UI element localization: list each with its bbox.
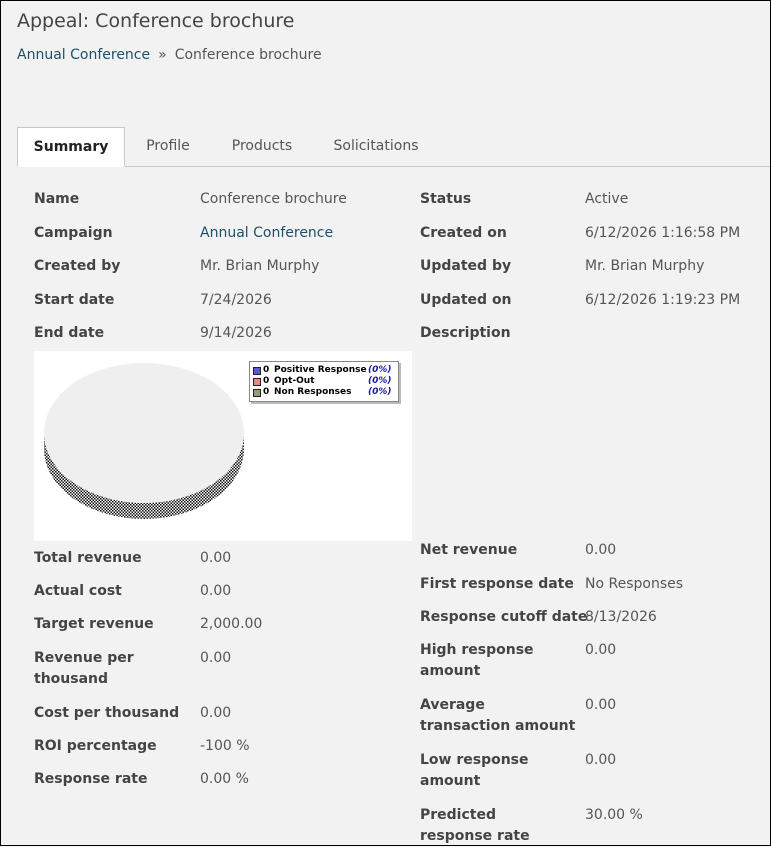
breadcrumb-current: Conference brochure (174, 47, 322, 63)
field-label-updated-on: Updated on (420, 292, 512, 308)
field-label-status: Status (420, 191, 472, 207)
field-value-updated-on: 6/12/2026 1:19:23 PM (585, 292, 741, 308)
field-value-revenue-per-thousand: 0.00 (200, 650, 232, 666)
field-value-net-revenue: 0.00 (585, 542, 617, 558)
field-value-start-date: 7/24/2026 (200, 292, 272, 308)
field-label-low-response-amount: Low response amount (420, 752, 529, 789)
field-value-name: Conference brochure (200, 191, 347, 207)
legend-label-non-responses: Non Responses (274, 387, 352, 397)
field-label-total-revenue: Total revenue (34, 550, 142, 566)
page-title: Appeal: Conference brochure (17, 10, 295, 32)
field-value-response-rate: 0.00 % (200, 771, 249, 787)
legend-swatch-non-responses (253, 389, 261, 397)
field-label-net-revenue: Net revenue (420, 542, 518, 558)
breadcrumb-separator: » (158, 47, 167, 63)
field-value-roi-percentage: -100 % (200, 738, 250, 754)
field-label-actual-cost: Actual cost (34, 583, 122, 599)
field-value-created-on: 6/12/2026 1:16:58 PM (585, 225, 741, 241)
field-value-high-response-amount: 0.00 (585, 642, 617, 658)
field-label-campaign: Campaign (34, 225, 113, 241)
breadcrumb: Annual Conference » Conference brochure (17, 47, 322, 63)
tab-summary[interactable]: Summary (17, 127, 125, 167)
legend-swatch-positive (253, 367, 261, 375)
field-value-actual-cost: 0.00 (200, 583, 232, 599)
legend-pct-positive: (0%) (368, 365, 392, 375)
field-value-updated-by: Mr. Brian Murphy (585, 258, 705, 274)
field-value-created-by: Mr. Brian Murphy (200, 258, 320, 274)
field-label-first-response-date: First response date (420, 576, 574, 592)
field-label-start-date: Start date (34, 292, 115, 308)
field-label-name: Name (34, 191, 80, 207)
field-label-created-by: Created by (34, 258, 121, 274)
legend-label-opt-out: Opt-Out (274, 376, 315, 386)
legend-label-positive: Positive Response (274, 365, 367, 375)
field-label-end-date: End date (34, 325, 105, 341)
field-label-description: Description (420, 325, 511, 341)
legend-count-non-responses: 0 (263, 387, 270, 397)
field-label-average-transaction-amount: Average transaction amount (420, 697, 576, 734)
response-pie-chart: 0 Positive Response (0%) 0 Opt-Out (0%) … (34, 351, 412, 541)
field-label-cost-per-thousand: Cost per thousand (34, 705, 180, 721)
breadcrumb-link-campaign[interactable]: Annual Conference (17, 47, 150, 63)
legend-item-positive-response: 0 Positive Response (0%) (253, 365, 397, 376)
field-value-predicted-response-rate: 30.00 % (585, 807, 643, 823)
field-value-low-response-amount: 0.00 (585, 752, 617, 768)
legend-count-positive: 0 (263, 365, 270, 375)
field-label-predicted-response-rate: Predicted response rate (420, 807, 530, 844)
legend-count-opt-out: 0 (263, 376, 270, 386)
page-frame: Appeal: Conference brochure Annual Confe… (0, 0, 771, 846)
field-label-roi-percentage: ROI percentage (34, 738, 157, 754)
campaign-link[interactable]: Annual Conference (200, 223, 333, 244)
pie-top-face (44, 363, 244, 503)
tab-products[interactable]: Products (217, 127, 307, 165)
legend-pct-non-responses: (0%) (368, 387, 392, 397)
field-value-status: Active (585, 191, 629, 207)
field-label-response-cutoff-date: Response cutoff date (420, 609, 588, 625)
legend-pct-opt-out: (0%) (368, 376, 392, 386)
field-value-first-response-date: No Responses (585, 576, 684, 592)
field-label-target-revenue: Target revenue (34, 616, 154, 632)
tab-bar: Summary Profile Products Solicitations (17, 127, 770, 167)
field-value-cost-per-thousand: 0.00 (200, 705, 232, 721)
tab-profile[interactable]: Profile (130, 127, 206, 165)
field-value-end-date: 9/14/2026 (200, 325, 272, 341)
field-label-updated-by: Updated by (420, 258, 512, 274)
legend-swatch-opt-out (253, 378, 261, 386)
field-label-high-response-amount: High response amount (420, 642, 534, 679)
field-label-revenue-per-thousand: Revenue per thousand (34, 650, 134, 687)
field-value-target-revenue: 2,000.00 (200, 616, 263, 632)
field-value-response-cutoff-date: 8/13/2026 (585, 609, 657, 625)
field-value-average-transaction-amount: 0.00 (585, 697, 617, 713)
legend-item-opt-out: 0 Opt-Out (0%) (253, 376, 397, 387)
field-label-created-on: Created on (420, 225, 507, 241)
tab-solicitations[interactable]: Solicitations (320, 127, 432, 165)
field-label-response-rate: Response rate (34, 771, 148, 787)
chart-legend: 0 Positive Response (0%) 0 Opt-Out (0%) … (249, 361, 399, 402)
field-value-total-revenue: 0.00 (200, 550, 232, 566)
legend-item-non-responses: 0 Non Responses (0%) (253, 387, 397, 398)
